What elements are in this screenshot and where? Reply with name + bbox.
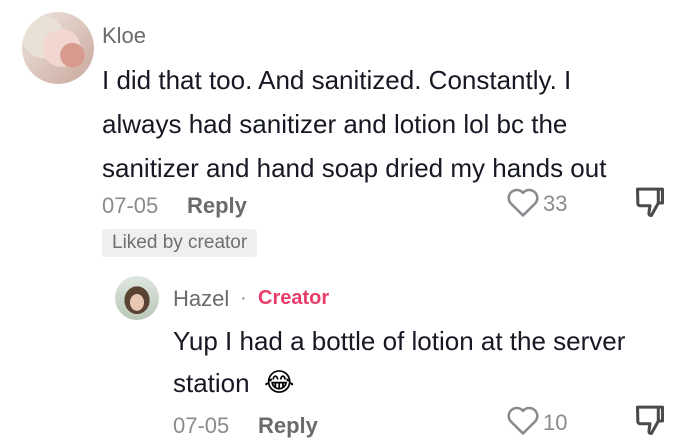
reply-date: 07-05 (173, 413, 230, 438)
comment-date: 07-05 (102, 193, 159, 218)
comment-text-line-1: I did that too. And sanitized. Constantl… (102, 65, 572, 95)
like-count: 10 (543, 410, 568, 435)
comment-text-line-2: always had sanitizer and lotion lol bc t… (102, 109, 568, 139)
comment-text-line-3: sanitizer and hand soap dried my hands o… (102, 153, 607, 183)
laughing-emoji-icon: 😂 (264, 368, 295, 398)
like-button[interactable] (506, 404, 540, 436)
dislike-button[interactable] (633, 403, 667, 439)
reply-author[interactable]: Hazel (173, 286, 229, 312)
creator-badge: Creator (258, 287, 330, 309)
separator-dot: · (240, 287, 247, 309)
liked-by-creator-badge: Liked by creator (102, 229, 258, 257)
avatar[interactable] (22, 12, 94, 84)
reply-text-line-2: station (173, 368, 250, 398)
thumbs-down-icon (636, 187, 664, 217)
like-button[interactable] (506, 186, 540, 218)
reply-button[interactable]: Reply (187, 193, 247, 219)
comment-author[interactable]: Kloe (102, 23, 146, 49)
heart-icon (507, 406, 539, 435)
thumbs-down-icon (636, 405, 664, 435)
reply-button[interactable]: Reply (258, 413, 318, 439)
reply-text-line-1: Yup I had a bottle of lotion at the serv… (173, 326, 626, 356)
like-count: 33 (543, 191, 568, 216)
dislike-button[interactable] (633, 185, 667, 221)
avatar[interactable] (115, 276, 159, 320)
heart-icon (507, 188, 539, 217)
